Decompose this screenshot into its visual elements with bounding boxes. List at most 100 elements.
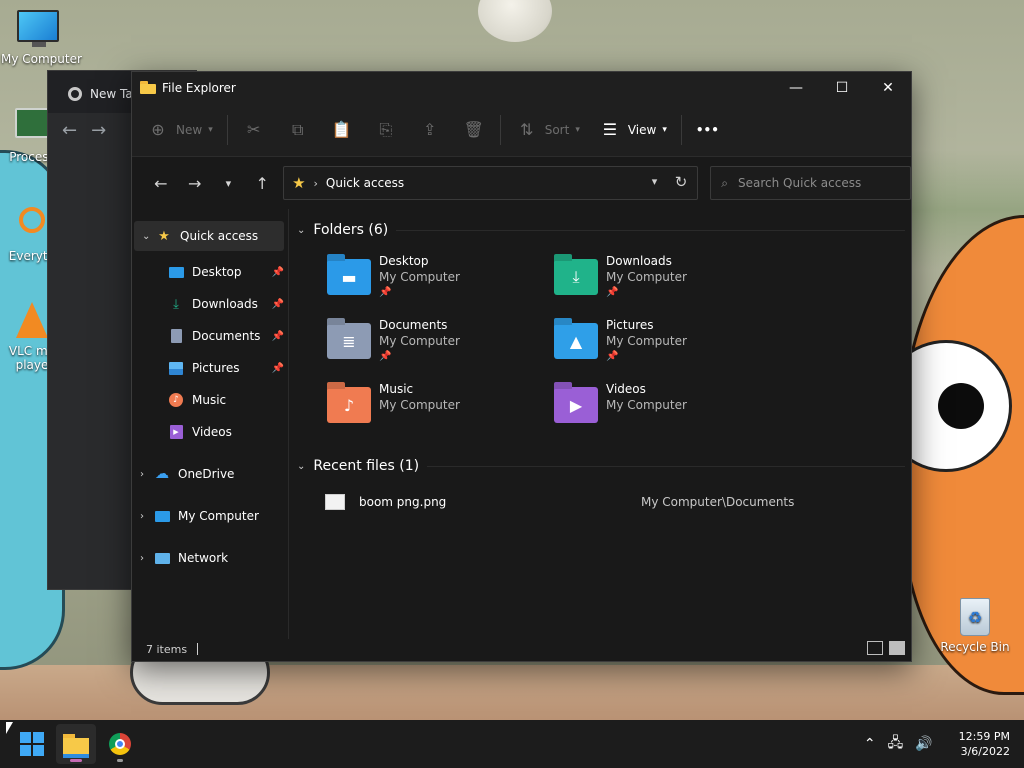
search-input[interactable]: ⌕ Search Quick access xyxy=(710,166,911,200)
cut-icon[interactable]: ✂ xyxy=(242,118,266,142)
back-arrow-icon[interactable]: ← xyxy=(62,120,77,141)
divider xyxy=(396,229,905,231)
recent-locations-button[interactable]: ▾ xyxy=(212,168,246,198)
star-icon: ★ xyxy=(158,228,170,244)
delete-icon[interactable]: 🗑 xyxy=(462,118,486,142)
forward-arrow-icon[interactable]: → xyxy=(91,120,106,141)
new-button[interactable]: ⊕ New ▾ xyxy=(146,114,212,146)
minimize-button[interactable]: — xyxy=(773,72,819,103)
nav-item-onedrive[interactable]: › ☁ OneDrive xyxy=(132,459,288,489)
divider xyxy=(680,114,682,145)
recycle-bin-icon: ♻ xyxy=(953,598,997,638)
see-more-button[interactable]: ••• xyxy=(696,114,719,146)
search-icon: ⌕ xyxy=(721,175,729,190)
address-dropdown-icon[interactable]: ▾ xyxy=(652,175,658,188)
nav-item-music[interactable]: ♪ Music xyxy=(132,385,288,415)
volume-icon[interactable]: 🔊 xyxy=(915,736,932,752)
folder-tile-desktop[interactable]: ▬ Desktop My Computer 📌 xyxy=(327,249,554,313)
folder-tile-videos[interactable]: ▶ Videos My Computer xyxy=(554,377,781,441)
chevron-down-icon: ▾ xyxy=(225,176,232,190)
nav-item-pictures[interactable]: Pictures 📌 xyxy=(132,353,288,383)
running-indicator xyxy=(117,759,123,762)
folder-tile-music[interactable]: ♪ Music My Computer xyxy=(327,377,554,441)
back-button[interactable]: ← xyxy=(144,168,178,198)
recent-file-name: boom png.png xyxy=(359,495,447,509)
recent-files-group-header[interactable]: ⌄ Recent files (1) xyxy=(297,451,911,481)
star-icon: ★ xyxy=(292,174,306,192)
divider xyxy=(226,114,228,145)
file-explorer-window[interactable]: File Explorer — ☐ ✕ ⊕ New ▾ ✂ ⧉ 📋 ⎘ ⇪ 🗑 … xyxy=(131,71,912,662)
folder-icon xyxy=(63,734,89,758)
view-label: View xyxy=(627,122,657,137)
chevron-down-icon: ⌄ xyxy=(297,224,306,236)
view-button[interactable]: ☰ View ▾ xyxy=(598,114,667,146)
pin-icon: 📌 xyxy=(379,351,392,362)
pictures-folder-icon: ▲ xyxy=(554,323,598,359)
desktop-icon-label: Recycle Bin xyxy=(940,640,1010,654)
chevron-right-icon: › xyxy=(313,176,318,190)
chevron-up-icon[interactable]: ⌃ xyxy=(864,736,876,752)
nav-item-videos[interactable]: ▶ Videos xyxy=(132,417,288,447)
forward-button[interactable]: → xyxy=(178,168,212,198)
nav-item-quick-access[interactable]: ⌄ ★ Quick access xyxy=(134,221,284,251)
plus-circle-icon: ⊕ xyxy=(151,120,165,139)
view-list-icon: ☰ xyxy=(602,120,618,139)
folder-tile-documents[interactable]: ≣ Documents My Computer 📌 xyxy=(327,313,554,377)
nav-item-my-computer[interactable]: › My Computer xyxy=(132,501,288,531)
chevron-down-icon: ▾ xyxy=(575,124,580,135)
image-file-icon xyxy=(325,494,345,510)
maximize-button[interactable]: ☐ xyxy=(819,72,865,103)
start-button[interactable] xyxy=(12,724,52,764)
details-view-icon[interactable] xyxy=(867,641,883,655)
rename-icon[interactable]: ⎘ xyxy=(374,118,398,142)
folder-tile-pictures[interactable]: ▲ Pictures My Computer 📌 xyxy=(554,313,781,377)
nav-label: Desktop xyxy=(192,265,242,279)
refresh-icon[interactable]: ↻ xyxy=(675,173,688,191)
nav-item-network[interactable]: › Network xyxy=(132,543,288,573)
folder-location: My Computer xyxy=(606,270,687,284)
status-divider xyxy=(197,643,199,655)
new-label: New xyxy=(176,122,203,137)
folders-group-header[interactable]: ⌄ Folders (6) xyxy=(297,215,911,245)
paste-icon[interactable]: 📋 xyxy=(330,118,354,142)
folder-icon xyxy=(140,81,156,94)
pin-icon: 📌 xyxy=(606,351,619,362)
chrome-icon xyxy=(68,87,82,101)
network-icon[interactable]: 🖧 xyxy=(888,732,904,756)
pin-icon: 📌 xyxy=(271,362,284,374)
nav-label: Videos xyxy=(192,425,232,439)
pin-icon: 📌 xyxy=(606,287,619,298)
nav-label: Documents xyxy=(192,329,261,343)
large-icons-view-icon[interactable] xyxy=(889,641,905,655)
desktop-icon-recycle-bin[interactable]: ♻ Recycle Bin xyxy=(937,598,1013,654)
address-bar[interactable]: ★ › Quick access ▾ ↻ xyxy=(283,166,699,200)
more-icon: ••• xyxy=(695,122,719,137)
folder-tile-downloads[interactable]: ⤓ Downloads My Computer 📌 xyxy=(554,249,781,313)
share-icon[interactable]: ⇪ xyxy=(418,118,442,142)
chevron-right-icon: › xyxy=(140,552,144,564)
up-arrow-icon: ↑ xyxy=(255,173,269,193)
taskbar: ⌃ 🖧 🔊 12:59 PM 3/6/2022 xyxy=(0,720,1024,768)
sort-button[interactable]: ⇅ Sort ▾ xyxy=(515,114,580,146)
system-tray: ⌃ 🖧 🔊 12:59 PM 3/6/2022 xyxy=(864,720,1010,768)
nav-item-downloads[interactable]: ⤓ Downloads 📌 xyxy=(132,289,288,319)
windows-logo-icon xyxy=(20,732,44,756)
up-button[interactable]: ↑ xyxy=(245,168,279,198)
copy-icon[interactable]: ⧉ xyxy=(286,118,310,142)
nav-item-documents[interactable]: Documents 📌 xyxy=(132,321,288,351)
taskbar-chrome[interactable] xyxy=(100,724,140,764)
chevron-down-icon: ⌄ xyxy=(297,460,306,472)
main-pane: ⌄ Folders (6) ▬ Desktop My Computer 📌 ⤓ xyxy=(289,209,911,639)
pictures-icon xyxy=(168,360,184,376)
clock[interactable]: 12:59 PM 3/6/2022 xyxy=(959,729,1010,759)
folder-location: My Computer xyxy=(379,270,460,284)
desktop-icon-my-computer[interactable]: My Computer xyxy=(1,10,82,66)
folder-location: My Computer xyxy=(606,334,687,348)
nav-item-desktop[interactable]: Desktop 📌 xyxy=(132,257,288,287)
close-button[interactable]: ✕ xyxy=(865,72,911,103)
recent-file-row[interactable]: boom png.png My Computer\Documents xyxy=(297,487,911,517)
taskbar-file-explorer[interactable] xyxy=(56,724,96,764)
chrome-icon xyxy=(109,733,131,755)
downloads-folder-icon: ⤓ xyxy=(554,259,598,295)
title-bar[interactable]: File Explorer — ☐ ✕ xyxy=(132,72,911,103)
